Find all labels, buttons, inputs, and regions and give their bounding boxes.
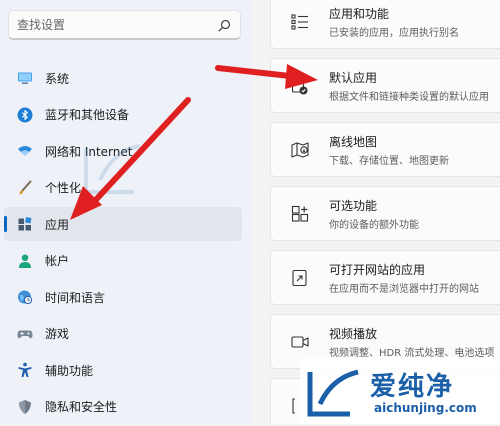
sidebar-item-accessibility[interactable]: 辅助功能 xyxy=(4,353,242,387)
search-box[interactable] xyxy=(8,10,241,40)
default-apps-icon xyxy=(291,78,308,95)
card-title: 可选功能 xyxy=(329,199,378,213)
logo-url: aichunjing.com xyxy=(374,401,477,415)
sidebar-item-gaming[interactable]: 游戏 xyxy=(4,317,242,351)
card-apps-for-websites[interactable]: 可打开网站的应用 在应用而不是浏览器中打开的网站 xyxy=(270,250,500,305)
sidebar-item-label: 时间和语言 xyxy=(45,290,106,305)
card-title: 离线地图 xyxy=(329,135,378,149)
card-description: 在应用而不是浏览器中打开的网站 xyxy=(329,284,479,295)
sidebar-item-label: 系统 xyxy=(45,71,70,86)
card-offline-maps[interactable]: 离线地图 下载、存储位置、地图更新 xyxy=(270,122,500,177)
open-web-icon xyxy=(292,269,307,287)
sidebar-item-label: 辅助功能 xyxy=(45,363,94,378)
sidebar-item-label: 帐户 xyxy=(45,254,70,268)
search-input[interactable] xyxy=(17,15,207,35)
sidebar-item-bluetooth[interactable]: 蓝牙和其他设备 xyxy=(4,98,242,132)
sidebar-item-time-language[interactable]: 时间和语言 xyxy=(4,280,242,314)
wifi-icon xyxy=(18,146,32,156)
video-icon xyxy=(291,336,309,348)
card-description: 下载、存储位置、地图更新 xyxy=(329,156,449,167)
sidebar-item-accounts[interactable]: 帐户 xyxy=(4,244,242,278)
card-title: 默认应用 xyxy=(329,71,378,85)
search-icon[interactable] xyxy=(218,19,231,32)
shield-icon xyxy=(19,399,31,414)
card-description: 你的设备的额外功能 xyxy=(329,220,419,231)
settings-sidebar: 系统 蓝牙和其他设备 网络和 Internet 个性化 xyxy=(0,0,252,424)
list-icon xyxy=(291,14,308,30)
sidebar-item-label: 蓝牙和其他设备 xyxy=(45,108,130,122)
card-description: 视频调整、HDR 流式处理、电池选项 xyxy=(329,348,495,359)
map-icon xyxy=(291,142,309,158)
sidebar-item-label: 隐私和安全性 xyxy=(45,400,118,414)
sidebar-item-privacy-security[interactable]: 隐私和安全性 xyxy=(4,390,242,424)
sidebar-item-network[interactable]: 网络和 Internet xyxy=(4,134,242,168)
monitor-icon xyxy=(18,72,32,84)
sidebar-item-personalization[interactable]: 个性化 xyxy=(4,171,242,205)
accessibility-icon xyxy=(18,362,32,377)
brush-icon xyxy=(19,180,32,194)
sidebar-item-label: 网络和 Internet xyxy=(45,144,133,159)
sidebar-item-label: 应用 xyxy=(45,217,70,232)
sidebar-item-apps[interactable]: 应用 xyxy=(4,207,242,241)
card-description: 根据文件和链接种类设置的默认应用 xyxy=(329,92,489,103)
card-title: 可打开网站的应用 xyxy=(329,263,426,277)
gamepad-icon xyxy=(17,330,33,338)
sidebar-nav: 系统 蓝牙和其他设备 网络和 Internet 个性化 应用 帐户 时间和语言 … xyxy=(0,61,252,426)
card-optional-features[interactable]: 可选功能 你的设备的额外功能 xyxy=(270,186,500,241)
logo-mark-icon xyxy=(307,369,359,417)
card-apps-features[interactable]: 应用和功能 已安装的应用，应用执行别名 xyxy=(270,0,500,49)
globe-clock-icon xyxy=(18,290,33,305)
sidebar-item-label: 个性化 xyxy=(45,181,82,195)
sidebar-item-label: 游戏 xyxy=(45,327,70,341)
card-title: 应用和功能 xyxy=(329,7,390,21)
card-title: 视频播放 xyxy=(329,327,378,341)
person-icon xyxy=(19,254,31,268)
apps-icon xyxy=(18,216,32,231)
site-logo: 爱纯净 aichunjing.com xyxy=(300,358,500,424)
bluetooth-icon xyxy=(17,107,33,122)
sidebar-item-system[interactable]: 系统 xyxy=(4,61,242,95)
card-description: 已安装的应用，应用执行别名 xyxy=(329,28,459,39)
logo-text: 爱纯净 xyxy=(370,372,455,402)
add-feature-icon xyxy=(291,205,309,222)
card-default-apps[interactable]: 默认应用 根据文件和链接种类设置的默认应用 xyxy=(270,58,500,113)
